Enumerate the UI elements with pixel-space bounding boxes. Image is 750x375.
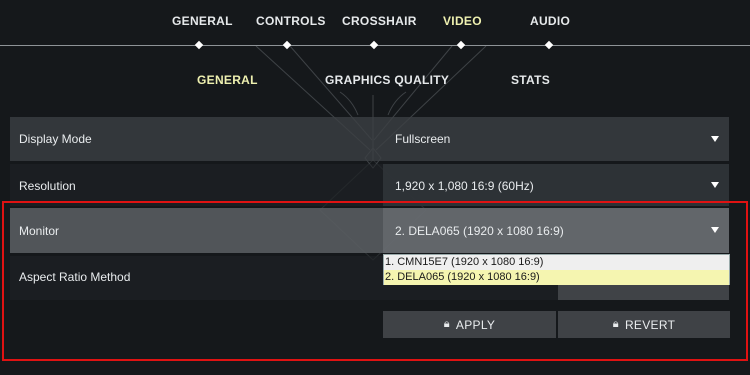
nav-marker-crosshair — [369, 40, 379, 50]
monitor-label: Monitor — [19, 224, 60, 238]
setting-row-resolution[interactable]: Resolution 1,920 x 1,080 16:9 (60Hz) — [10, 164, 729, 206]
monitor-option-1[interactable]: 1. CMN15E7 (1920 x 1080 16:9) — [384, 255, 729, 270]
tab-general[interactable]: GENERAL — [172, 14, 232, 32]
top-nav: GENERAL CONTROLS CROSSHAIR VIDEO AUDIO — [0, 0, 750, 50]
tab-controls[interactable]: CONTROLS — [256, 14, 325, 32]
subtab-stats[interactable]: STATS — [511, 73, 550, 89]
chevron-down-icon[interactable] — [711, 136, 719, 142]
subtab-graphics-quality[interactable]: GRAPHICS QUALITY — [325, 73, 449, 89]
monitor-dropdown-list: 1. CMN15E7 (1920 x 1080 16:9) 2. DELA065… — [383, 254, 730, 285]
nav-marker-controls — [282, 40, 292, 50]
chevron-down-icon[interactable] — [711, 227, 719, 233]
tab-crosshair[interactable]: CROSSHAIR — [342, 14, 416, 32]
display-mode-label: Display Mode — [19, 132, 92, 146]
tab-audio[interactable]: AUDIO — [530, 14, 570, 32]
lock-icon: 🔒︎ — [612, 318, 619, 330]
tab-video[interactable]: VIDEO — [443, 14, 482, 32]
nav-marker-video — [456, 40, 466, 50]
setting-row-display-mode[interactable]: Display Mode Fullscreen — [10, 117, 729, 161]
setting-row-monitor[interactable]: Monitor 2. DELA065 (1920 x 1080 16:9) — [10, 208, 729, 253]
lock-icon: 🔒︎ — [443, 318, 450, 330]
resolution-value: 1,920 x 1,080 16:9 (60Hz) — [395, 179, 534, 193]
resolution-label: Resolution — [19, 179, 76, 193]
aspect-ratio-label: Aspect Ratio Method — [19, 270, 131, 284]
monitor-value: 2. DELA065 (1920 x 1080 16:9) — [395, 224, 564, 238]
nav-marker-audio — [544, 40, 554, 50]
apply-button-label: APPLY — [455, 317, 496, 332]
nav-marker-general — [194, 40, 204, 50]
chevron-down-icon[interactable] — [711, 182, 719, 188]
revert-button[interactable]: 🔒︎ REVERT — [558, 311, 730, 338]
display-mode-value[interactable]: Fullscreen — [395, 132, 450, 146]
subtab-general[interactable]: GENERAL — [197, 73, 258, 89]
revert-button-label: REVERT — [624, 317, 676, 332]
apply-button[interactable]: 🔒︎ APPLY — [383, 311, 556, 338]
monitor-option-2[interactable]: 2. DELA065 (1920 x 1080 16:9) — [384, 270, 729, 285]
